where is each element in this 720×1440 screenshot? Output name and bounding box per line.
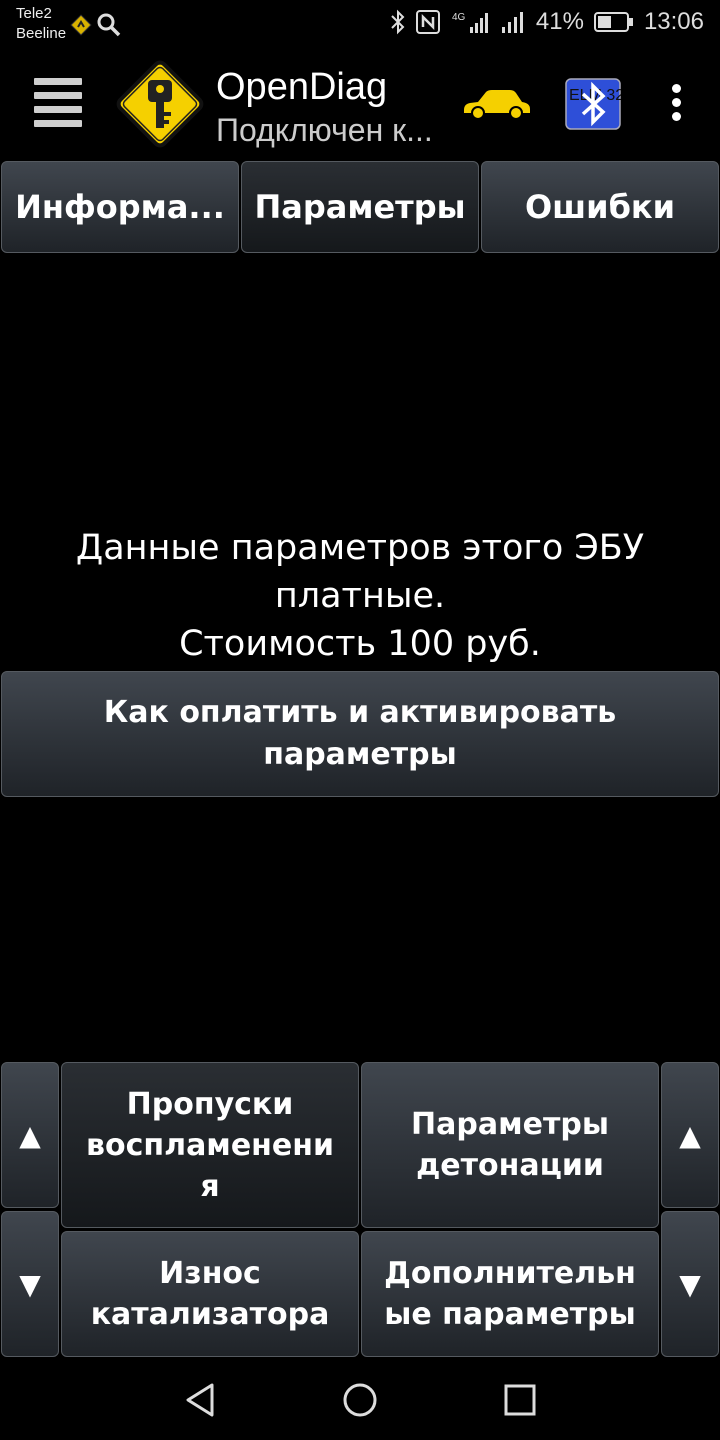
message-line-3: Стоимость 100 руб.: [179, 624, 541, 664]
clock: 13:06: [643, 8, 704, 35]
catalyst-wear-button[interactable]: Износ катализатора: [61, 1231, 359, 1357]
carrier-2: Beeline: [16, 25, 67, 42]
svg-text:4G: 4G: [452, 12, 466, 23]
additional-label-2: ые параметры: [384, 1297, 636, 1332]
status-right-icons: 4G 41% 13:06: [390, 8, 704, 36]
knock-parameters-button[interactable]: Параметры детонации: [361, 1062, 659, 1228]
carrier-names: Tele2 Beeline: [16, 4, 66, 44]
misfire-label-1: Пропуски: [126, 1086, 294, 1122]
app-bar: OpenDiag Подключен к... ELM 327: [0, 48, 720, 160]
catalyst-label-1: Износ: [159, 1256, 261, 1291]
home-icon[interactable]: [342, 1382, 378, 1418]
back-icon[interactable]: [184, 1382, 216, 1418]
misfire-label-2: воспламенени: [85, 1127, 334, 1163]
scroll-down-left-button[interactable]: ▼: [1, 1211, 59, 1357]
additional-label-1: Дополнительн: [384, 1256, 636, 1291]
status-bar: Tele2 Beeline 4G 41% 13:06: [0, 0, 720, 48]
app-title: OpenDiag: [216, 66, 388, 108]
knock-label-2: детонации: [416, 1148, 604, 1183]
bluetooth-elm327-icon[interactable]: ELM 327: [565, 78, 621, 130]
tab-parameters[interactable]: Параметры: [241, 161, 479, 253]
scroll-up-right-button[interactable]: ▲: [661, 1062, 719, 1208]
car-icon[interactable]: [462, 86, 532, 122]
signal-4g-icon: 4G: [452, 12, 488, 33]
bluetooth-status-icon: [391, 9, 405, 35]
signal-icon: [501, 12, 523, 33]
message-line-1: Данные параметров этого ЭБУ: [75, 528, 645, 568]
catalyst-label-2: катализатора: [90, 1297, 330, 1332]
hamburger-menu-icon[interactable]: [34, 78, 82, 130]
status-left-icons: [70, 12, 122, 38]
misfire-button[interactable]: Пропуски воспламенени я: [61, 1062, 359, 1228]
tab-bar: Информа... Параметры Ошибки: [0, 160, 720, 256]
search-icon: [97, 13, 121, 37]
overflow-menu-icon[interactable]: [668, 84, 684, 126]
additional-parameters-button[interactable]: Дополнительн ые параметры: [361, 1231, 659, 1357]
paid-parameters-message: Данные параметров этого ЭБУ платные. Сто…: [0, 524, 720, 668]
message-line-2: платные.: [274, 576, 446, 616]
scroll-down-right-button[interactable]: ▼: [661, 1211, 719, 1357]
carrier-1: Tele2: [16, 5, 52, 22]
battery-icon: [593, 12, 633, 32]
system-nav-bar: [0, 1360, 720, 1440]
battery-percent: 41%: [535, 8, 584, 35]
nfc-icon: [415, 10, 440, 34]
tab-errors[interactable]: Ошибки: [481, 161, 719, 253]
how-to-pay-button[interactable]: Как оплатить и активировать параметры: [1, 671, 719, 797]
tab-information[interactable]: Информа...: [1, 161, 239, 253]
key-logo-icon: [116, 60, 204, 148]
pay-button-line-2: параметры: [263, 737, 457, 772]
pay-button-line-1: Как оплатить и активировать: [103, 695, 617, 730]
connection-status: Подключен к...: [216, 112, 433, 148]
recents-icon[interactable]: [504, 1384, 536, 1416]
scroll-up-left-button[interactable]: ▲: [1, 1062, 59, 1208]
knock-label-1: Параметры: [411, 1107, 609, 1142]
misfire-label-3: я: [200, 1168, 220, 1204]
navigation-diamond-icon: [70, 14, 92, 36]
